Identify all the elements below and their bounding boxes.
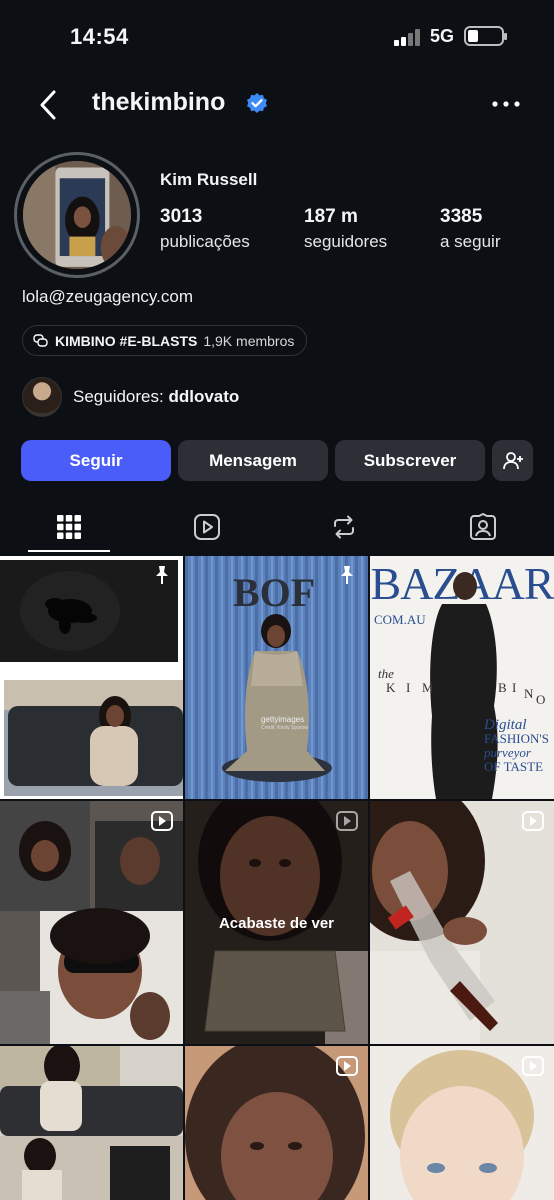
active-tab-indicator	[28, 550, 110, 552]
verified-badge-icon	[247, 93, 267, 113]
message-button[interactable]: Mensagem	[178, 440, 328, 481]
battery-icon	[464, 26, 507, 46]
tab-posts[interactable]	[27, 500, 111, 554]
bof-logo: BOF	[233, 570, 315, 615]
reel-icon	[151, 811, 173, 831]
grid-icon	[57, 515, 81, 539]
channel-icon	[33, 333, 48, 347]
reel-icon	[522, 1056, 544, 1076]
chevron-left-icon[interactable]	[34, 88, 64, 122]
grid-post-6[interactable]	[370, 801, 554, 1044]
tab-reels[interactable]	[165, 500, 249, 554]
cover-letter-b: B	[498, 680, 507, 695]
cover-letter-k: K	[386, 680, 396, 695]
profile-name: Kim Russell	[160, 170, 258, 189]
reel-icon	[336, 1056, 358, 1076]
reel-icon	[522, 811, 544, 831]
ellipsis-icon[interactable]	[490, 94, 522, 114]
grid-post-7[interactable]	[0, 1046, 183, 1200]
follow-button[interactable]: Seguir	[21, 440, 171, 481]
tagline-line-4: OF TASTE	[484, 759, 544, 774]
profile-tabs	[0, 500, 554, 554]
followers-stat[interactable]: 187 m seguidores	[304, 206, 387, 252]
watched-label: Acabaste de ver	[218, 915, 335, 932]
profile-email[interactable]: lola@zeugagency.com	[22, 287, 193, 307]
cover-letter-i: I	[406, 680, 411, 695]
getty-credit: Credit: Kristy Sparow	[261, 725, 308, 731]
add-person-icon	[502, 451, 523, 469]
subscribe-button[interactable]: Subscrever	[335, 440, 485, 481]
following-stat[interactable]: 3385 a seguir	[440, 206, 500, 252]
channel-name: KIMBINO #E-BLASTS	[55, 332, 198, 349]
cover-letter-i2: I	[512, 680, 517, 695]
followed-by-text: Seguidores: ddlovato	[73, 387, 239, 407]
following-count: 3385	[440, 206, 483, 227]
grid-post-9[interactable]	[370, 1046, 554, 1200]
grid-post-4[interactable]	[0, 801, 183, 1044]
cover-letter-o: O	[536, 692, 546, 707]
tab-reposts[interactable]	[302, 500, 386, 554]
cover-letter-n: N	[524, 686, 534, 701]
profile-avatar[interactable]	[14, 152, 140, 278]
posts-stat[interactable]: 3013 publicações	[160, 206, 250, 252]
grid-post-3[interactable]: BAZAAR COM.AU the K I M B I N O Digital …	[370, 556, 554, 799]
status-time: 14:54	[70, 24, 129, 49]
profile-username: thekimbino	[92, 88, 226, 116]
tagline-line-2: FASHION'S	[484, 731, 549, 746]
reposts-icon	[334, 515, 354, 539]
tab-tagged[interactable]	[441, 500, 525, 554]
following-label: a seguir	[440, 232, 501, 251]
pinned-icon	[156, 566, 168, 584]
posts-count: 3013	[160, 206, 203, 227]
signal-icon	[394, 28, 422, 46]
channel-members: 1,9K membros	[203, 332, 295, 349]
follower-avatar	[22, 377, 62, 417]
cover-letter-m: M	[422, 680, 434, 695]
tagged-icon	[470, 513, 496, 540]
getty-watermark: gettyimages	[261, 715, 305, 724]
profile-header: thekimbino	[0, 78, 554, 134]
tagline-line-1: Digital	[484, 717, 527, 733]
followed-by-prefix: Seguidores:	[73, 387, 169, 406]
grid-post-1[interactable]	[0, 556, 183, 799]
followed-by[interactable]: Seguidores: ddlovato	[22, 377, 239, 417]
suggested-users-button[interactable]	[492, 440, 533, 481]
pinned-icon	[341, 566, 353, 584]
broadcast-channel-chip[interactable]: KIMBINO #E-BLASTS 1,9K membros	[22, 325, 308, 356]
followed-by-user[interactable]: ddlovato	[168, 387, 239, 406]
posts-label: publicações	[160, 232, 250, 251]
status-bar: 14:54 5G	[0, 0, 554, 72]
network-label: 5G	[430, 26, 455, 46]
grid-post-8[interactable]	[185, 1046, 368, 1200]
reel-icon	[336, 811, 358, 831]
followers-count: 187 m	[304, 206, 358, 227]
cover-tagline: Digital FASHION'S purveyor OF TASTE	[484, 718, 554, 774]
grid-post-2[interactable]: BOF gettyimages Credit: Kristy Sparow	[185, 556, 368, 799]
avatar-image	[23, 161, 131, 269]
tagline-line-3: purveyor	[484, 745, 531, 760]
followers-label: seguidores	[304, 232, 388, 251]
reels-icon	[194, 514, 220, 540]
